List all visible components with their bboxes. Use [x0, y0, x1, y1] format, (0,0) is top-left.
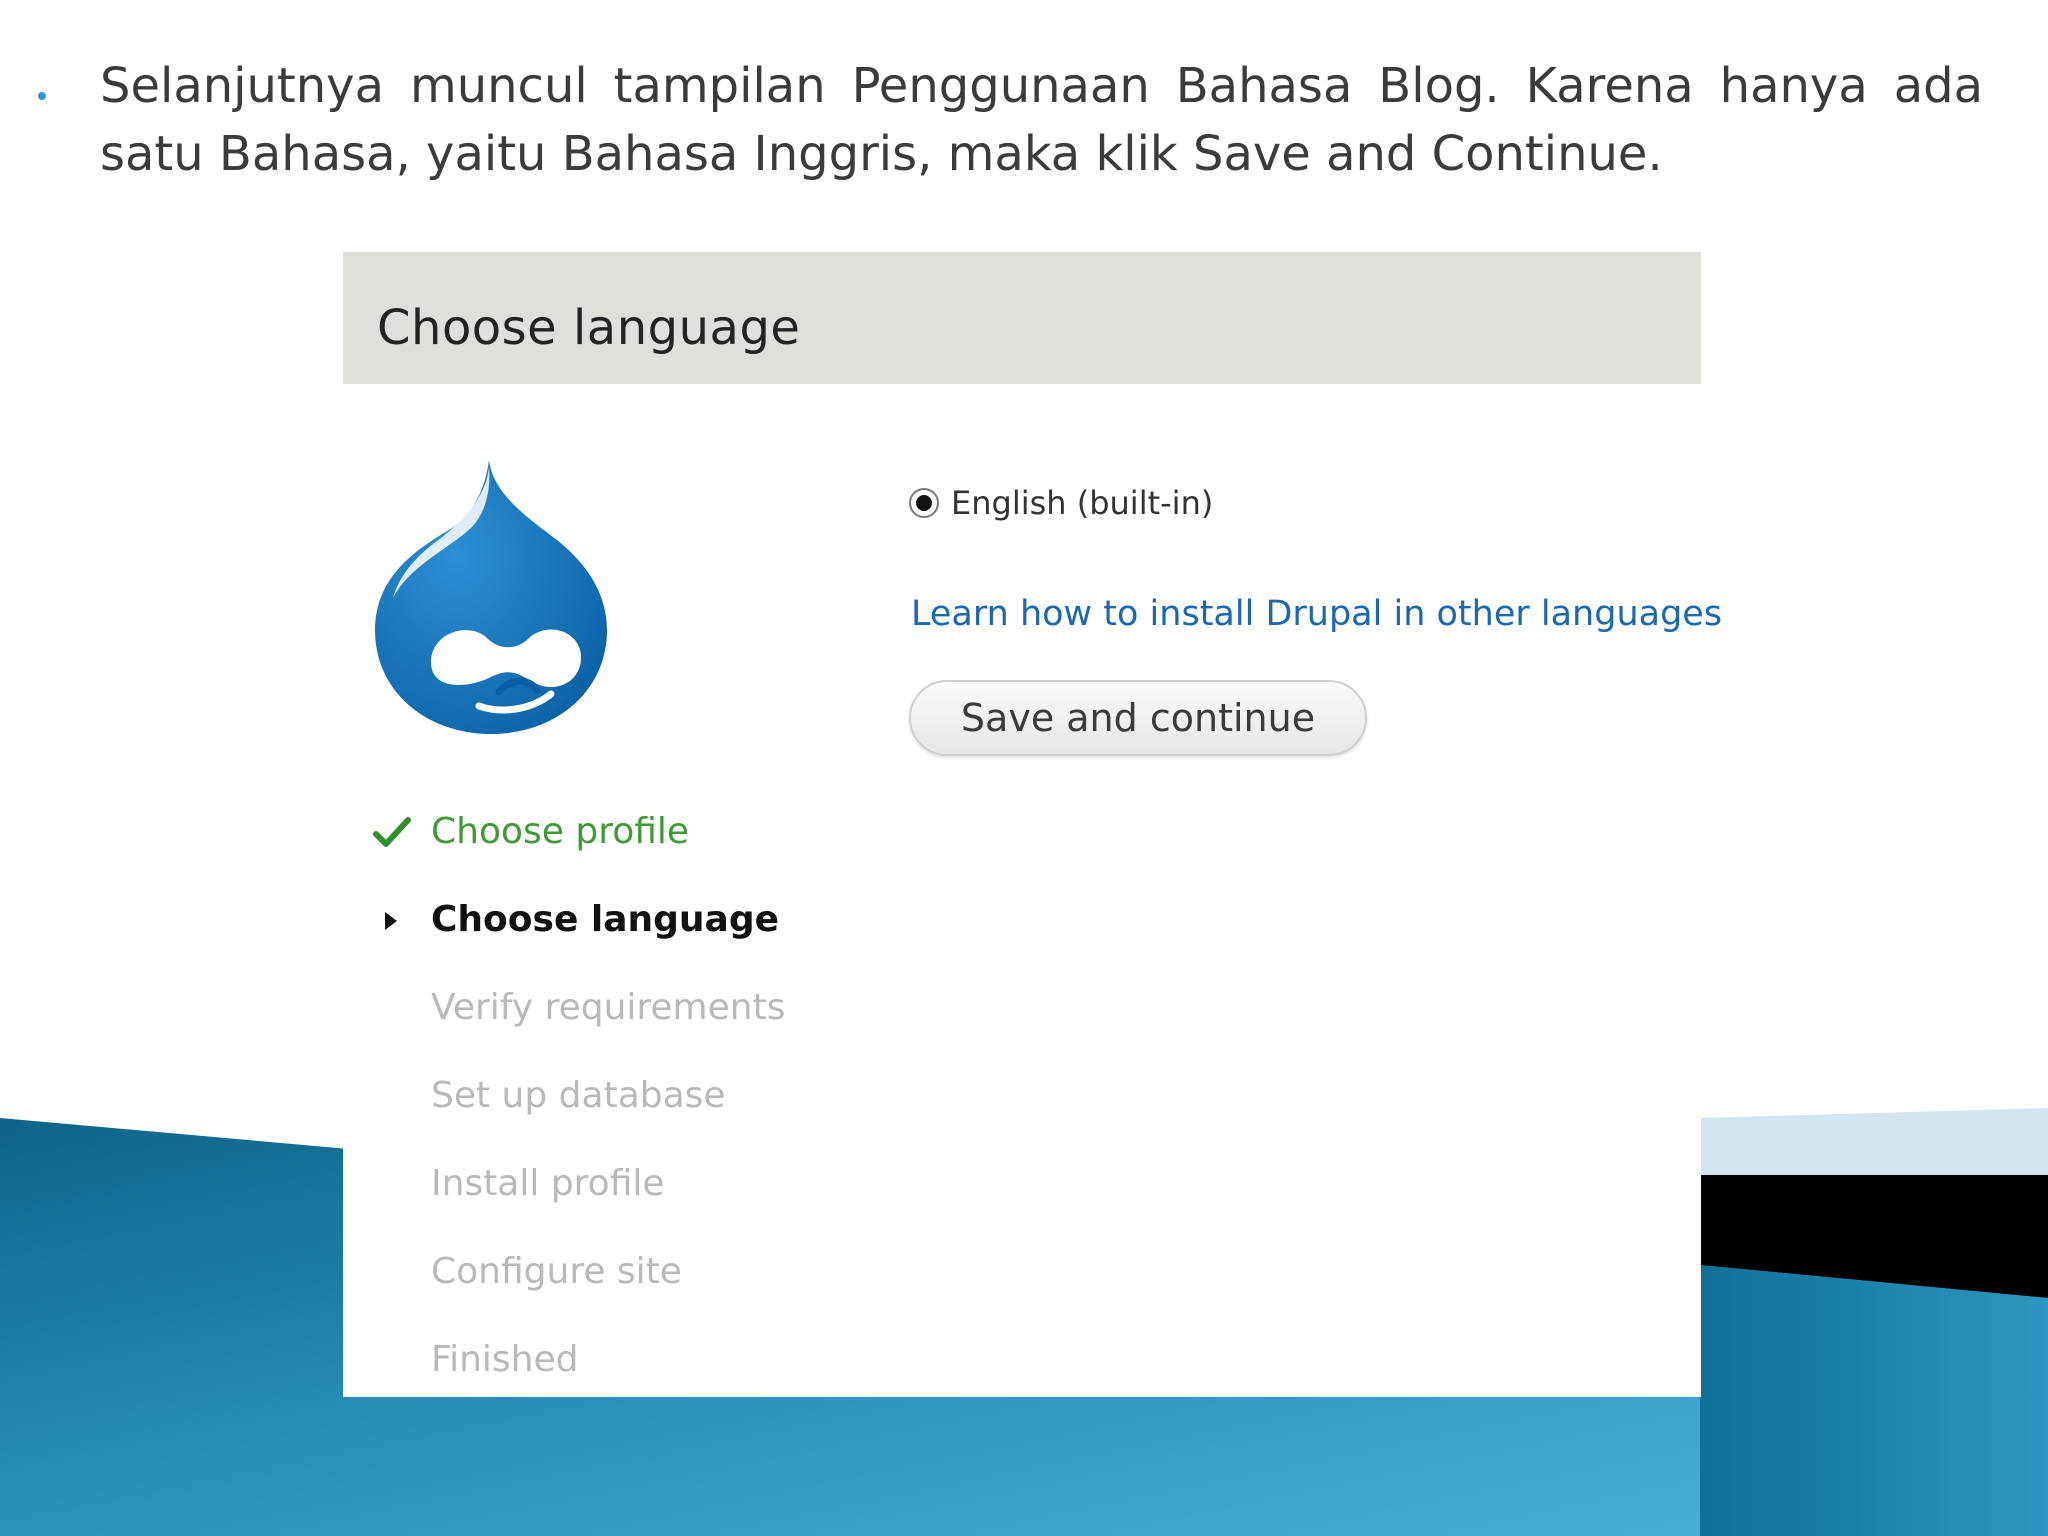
step-label: Set up database	[431, 1075, 726, 1116]
step-label: Configure site	[431, 1251, 682, 1292]
step-install-profile: Install profile	[373, 1156, 853, 1244]
step-configure-site: Configure site	[373, 1244, 853, 1332]
slide-bullet: Selanjutnya muncul tampilan Penggunaan B…	[28, 52, 1983, 188]
save-and-continue-button[interactable]: Save and continue	[909, 680, 1367, 756]
triangle-right-icon	[385, 912, 397, 930]
language-option-english[interactable]: English (built-in)	[909, 484, 1213, 522]
drupal-drop-logo-icon	[375, 460, 607, 734]
step-finished: Finished	[373, 1332, 853, 1420]
installer-screenshot: Choose language English (built-in) Learn…	[343, 252, 1722, 1397]
step-label: Verify requirements	[431, 987, 786, 1028]
step-label: Choose profile	[431, 811, 690, 852]
radio-button[interactable]	[909, 488, 939, 518]
step-label: Choose language	[431, 899, 780, 940]
step-choose-language: Choose language	[373, 892, 853, 980]
radio-selected-dot	[916, 495, 932, 511]
step-label: Finished	[431, 1339, 579, 1380]
learn-other-languages-link[interactable]: Learn how to install Drupal in other lan…	[911, 594, 1722, 634]
language-option-label: English (built-in)	[951, 484, 1214, 522]
step-choose-profile: Choose profile	[373, 804, 853, 892]
page-title: Choose language	[377, 300, 801, 356]
step-verify-requirements: Verify requirements	[373, 980, 853, 1068]
step-set-up-database: Set up database	[373, 1068, 853, 1156]
installation-steps: Choose profile Choose language Verify re…	[373, 804, 853, 1420]
page-header: Choose language	[343, 252, 1701, 384]
step-label: Install profile	[431, 1163, 665, 1204]
checkmark-icon	[373, 817, 411, 847]
bullet-text: Selanjutnya muncul tampilan Penggunaan B…	[100, 58, 1983, 182]
bullet-icon	[38, 92, 46, 100]
